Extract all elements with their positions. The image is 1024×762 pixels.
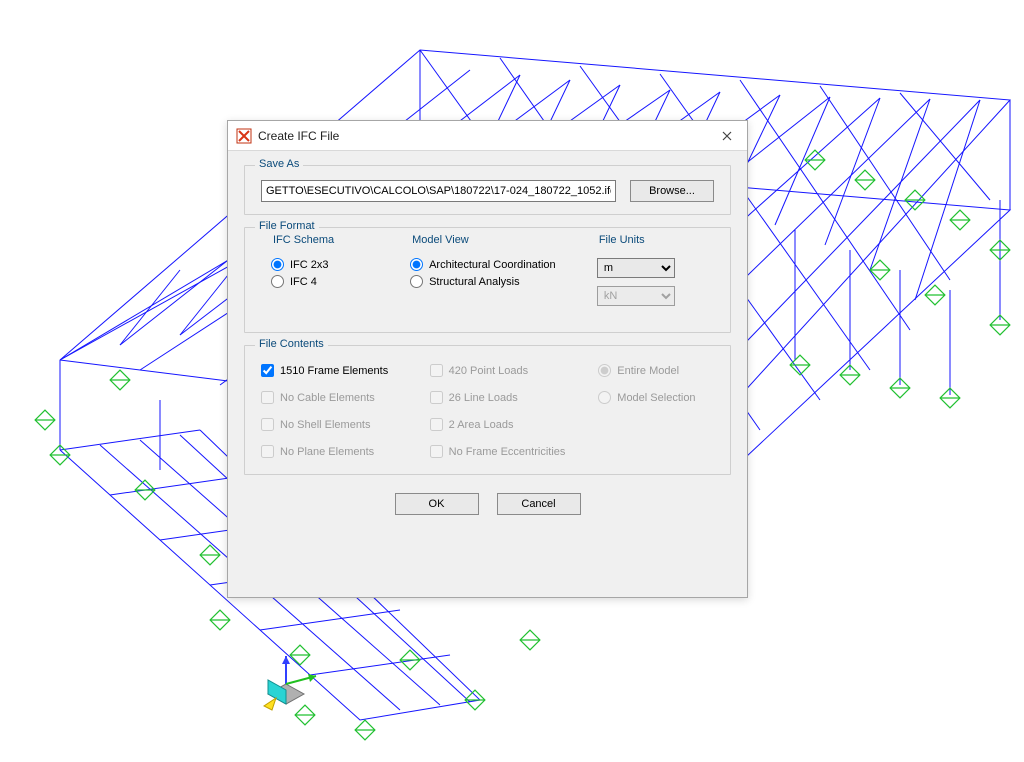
force-unit-select: kN xyxy=(597,286,675,306)
radio-arch-coord[interactable]: Architectural Coordination xyxy=(410,258,577,271)
model-view-group: Model View Architectural Coordination St… xyxy=(400,242,587,320)
check-area-loads: 2 Area Loads xyxy=(430,418,575,431)
fileformat-legend: File Format xyxy=(255,220,319,232)
model-view-legend: Model View xyxy=(408,234,473,246)
file-units-group: File Units m kN xyxy=(587,242,714,320)
saveas-group: Save As Browse... xyxy=(244,165,731,215)
file-contents-legend: File Contents xyxy=(255,338,328,350)
browse-button[interactable]: Browse... xyxy=(630,180,714,202)
fileformat-group: File Format IFC Schema IFC 2x3 IFC 4 Mod… xyxy=(244,227,731,333)
radio-entire-model: Entire Model xyxy=(598,364,714,377)
cancel-button[interactable]: Cancel xyxy=(497,493,581,515)
close-icon xyxy=(722,131,732,141)
saveas-legend: Save As xyxy=(255,158,303,170)
radio-model-selection: Model Selection xyxy=(598,391,714,404)
radio-ifc2x3[interactable]: IFC 2x3 xyxy=(271,258,390,271)
radio-ifc4[interactable]: IFC 4 xyxy=(271,275,390,288)
close-button[interactable] xyxy=(707,121,747,151)
length-unit-select[interactable]: m xyxy=(597,258,675,278)
viewport: Create IFC File Save As Browse... File F… xyxy=(0,0,1024,762)
titlebar: Create IFC File xyxy=(228,121,747,151)
check-line-loads: 26 Line Loads xyxy=(430,391,575,404)
app-icon xyxy=(236,128,252,144)
create-ifc-dialog: Create IFC File Save As Browse... File F… xyxy=(227,120,748,598)
file-units-legend: File Units xyxy=(595,234,649,246)
check-point-loads: 420 Point Loads xyxy=(430,364,575,377)
check-frame-elements[interactable]: 1510 Frame Elements xyxy=(261,364,406,377)
ok-button[interactable]: OK xyxy=(395,493,479,515)
check-cable-elements: No Cable Elements xyxy=(261,391,406,404)
ifc-schema-group: IFC Schema IFC 2x3 IFC 4 xyxy=(261,242,400,320)
check-frame-ecc: No Frame Eccentricities xyxy=(430,445,575,458)
check-shell-elements: No Shell Elements xyxy=(261,418,406,431)
check-plane-elements: No Plane Elements xyxy=(261,445,406,458)
dialog-title: Create IFC File xyxy=(258,129,707,143)
saveas-path-input[interactable] xyxy=(261,180,616,202)
radio-struct-analysis[interactable]: Structural Analysis xyxy=(410,275,577,288)
file-contents-group: File Contents 1510 Frame Elements No Cab… xyxy=(244,345,731,475)
ifc-schema-legend: IFC Schema xyxy=(269,234,338,246)
